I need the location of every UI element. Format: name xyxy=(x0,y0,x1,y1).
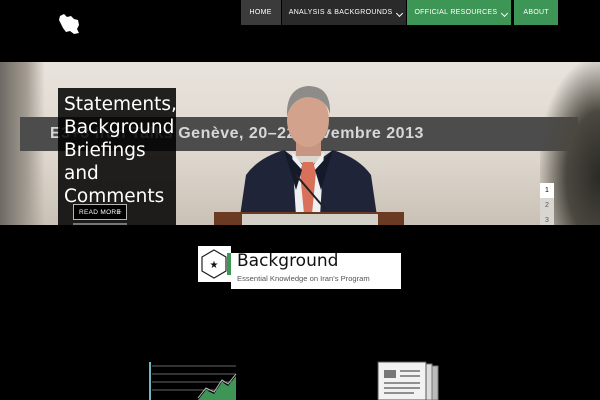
background-promo[interactable]: ★ Background Essential Knowledge on Iran… xyxy=(198,246,402,289)
pager-page-2[interactable]: 2 xyxy=(540,198,554,213)
read-more-button[interactable]: READ MORE + xyxy=(73,204,127,220)
background-title: Background xyxy=(237,251,339,271)
slide-pager: 1 2 3 ‹ › xyxy=(540,183,554,225)
chart-illustration-icon[interactable] xyxy=(148,360,238,400)
nav-official-label: Official Resources xyxy=(414,9,498,16)
nav-analysis-backgrounds[interactable]: Analysis & Backgrounds xyxy=(281,0,407,25)
read-more-label: READ MORE xyxy=(79,208,122,216)
background-text-box: Background Essential Knowledge on Iran's… xyxy=(231,251,401,289)
chevron-down-icon xyxy=(501,9,509,18)
speaker-photo xyxy=(240,86,377,216)
site-header: Home Analysis & Backgrounds Official Res… xyxy=(0,0,600,62)
plus-icon: + xyxy=(116,207,122,217)
background-subtitle: Essential Knowledge on Iran's Program xyxy=(237,274,370,283)
nav-official-resources[interactable]: Official Resources xyxy=(407,0,512,25)
svg-text:★: ★ xyxy=(210,260,219,271)
caption-underbar xyxy=(73,223,127,225)
pager-page-1[interactable]: 1 xyxy=(540,183,554,198)
nav-home-label: Home xyxy=(249,9,272,16)
nav-home[interactable]: Home xyxy=(240,0,281,25)
main-nav: Home Analysis & Backgrounds Official Res… xyxy=(240,0,558,25)
iran-map-logo-icon[interactable] xyxy=(57,13,81,35)
hero-slider[interactable]: E3+3 Iran Talks Genève, 20–22 novembre 2… xyxy=(0,62,600,225)
nav-about-label: About xyxy=(523,9,549,16)
nav-analysis-label: Analysis & Backgrounds xyxy=(288,9,393,16)
documents-illustration-icon[interactable] xyxy=(376,360,442,400)
nav-about[interactable]: About xyxy=(514,0,558,25)
podium-top xyxy=(242,214,378,225)
chevron-down-icon xyxy=(396,9,404,18)
pager-page-3[interactable]: 3 xyxy=(540,213,554,225)
slide-caption-title: Statements, Background Briefings and Com… xyxy=(64,94,177,207)
